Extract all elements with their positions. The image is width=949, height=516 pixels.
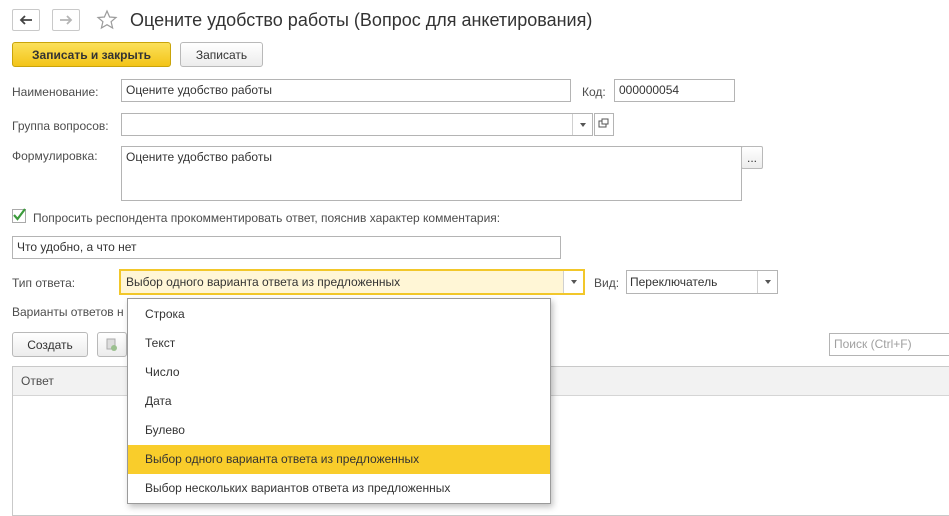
- answer-type-dropdown-button[interactable]: [563, 271, 583, 293]
- save-button[interactable]: Записать: [180, 42, 263, 67]
- view-value: Переключатель: [630, 275, 718, 289]
- group-label: Группа вопросов:: [12, 119, 109, 133]
- search-field[interactable]: Поиск (Ctrl+F): [829, 333, 949, 356]
- column-answer[interactable]: Ответ: [21, 374, 54, 388]
- search-placeholder: Поиск (Ctrl+F): [834, 337, 912, 351]
- view-label: Вид:: [594, 276, 620, 290]
- dropdown-item[interactable]: Булево: [128, 416, 550, 445]
- create-button[interactable]: Создать: [12, 332, 88, 357]
- chevron-down-icon: [764, 280, 771, 284]
- group-field[interactable]: [121, 113, 593, 136]
- wording-field[interactable]: Оцените удобство работы: [121, 146, 742, 201]
- dropdown-item[interactable]: Текст: [128, 329, 550, 358]
- answer-type-dropdown-list: Строка Текст Число Дата Булево Выбор одн…: [127, 298, 551, 504]
- code-field[interactable]: 000000054: [614, 79, 735, 102]
- arrow-left-icon: [19, 15, 32, 25]
- dropdown-item[interactable]: Выбор нескольких вариантов ответа из пре…: [128, 474, 550, 503]
- save-and-close-button[interactable]: Записать и закрыть: [12, 42, 171, 67]
- copy-icon: [106, 338, 117, 351]
- comment-checkbox[interactable]: [12, 208, 26, 223]
- name-label: Наименование:: [12, 85, 99, 99]
- answer-type-label: Тип ответа:: [12, 276, 76, 290]
- open-window-icon: [598, 118, 609, 128]
- copy-button[interactable]: [97, 332, 127, 357]
- name-field[interactable]: Оцените удобство работы: [121, 79, 571, 102]
- view-dropdown-button[interactable]: [757, 271, 777, 293]
- variants-label: Варианты ответов на вопрос:: [12, 305, 124, 319]
- page-title: Оцените удобство работы (Вопрос для анке…: [130, 10, 593, 30]
- code-label: Код:: [582, 85, 606, 99]
- comment-field[interactable]: Что удобно, а что нет: [12, 236, 561, 259]
- arrow-right-icon: [60, 15, 73, 25]
- wording-label: Формулировка:: [12, 149, 98, 163]
- favorite-button[interactable]: [96, 9, 118, 34]
- comment-checkbox-label: Попросить респондента прокомментировать …: [33, 211, 501, 225]
- chevron-down-icon: [570, 280, 577, 284]
- star-icon: [96, 9, 118, 30]
- group-dropdown-button[interactable]: [572, 114, 592, 135]
- view-field[interactable]: Переключатель: [626, 270, 778, 294]
- dropdown-item[interactable]: Число: [128, 358, 550, 387]
- answer-type-field[interactable]: Выбор одного варианта ответа из предложе…: [119, 269, 585, 295]
- chevron-down-icon: [579, 122, 586, 127]
- checkmark-icon: [13, 208, 26, 221]
- dropdown-item-selected[interactable]: Выбор одного варианта ответа из предложе…: [128, 445, 550, 474]
- answer-type-value: Выбор одного варианта ответа из предложе…: [126, 275, 401, 289]
- forward-button[interactable]: [52, 9, 80, 31]
- wording-edit-button[interactable]: ...: [741, 146, 763, 169]
- dropdown-item[interactable]: Дата: [128, 387, 550, 416]
- dropdown-item[interactable]: Строка: [128, 300, 550, 329]
- back-button[interactable]: [12, 9, 40, 31]
- group-open-button[interactable]: [594, 113, 614, 136]
